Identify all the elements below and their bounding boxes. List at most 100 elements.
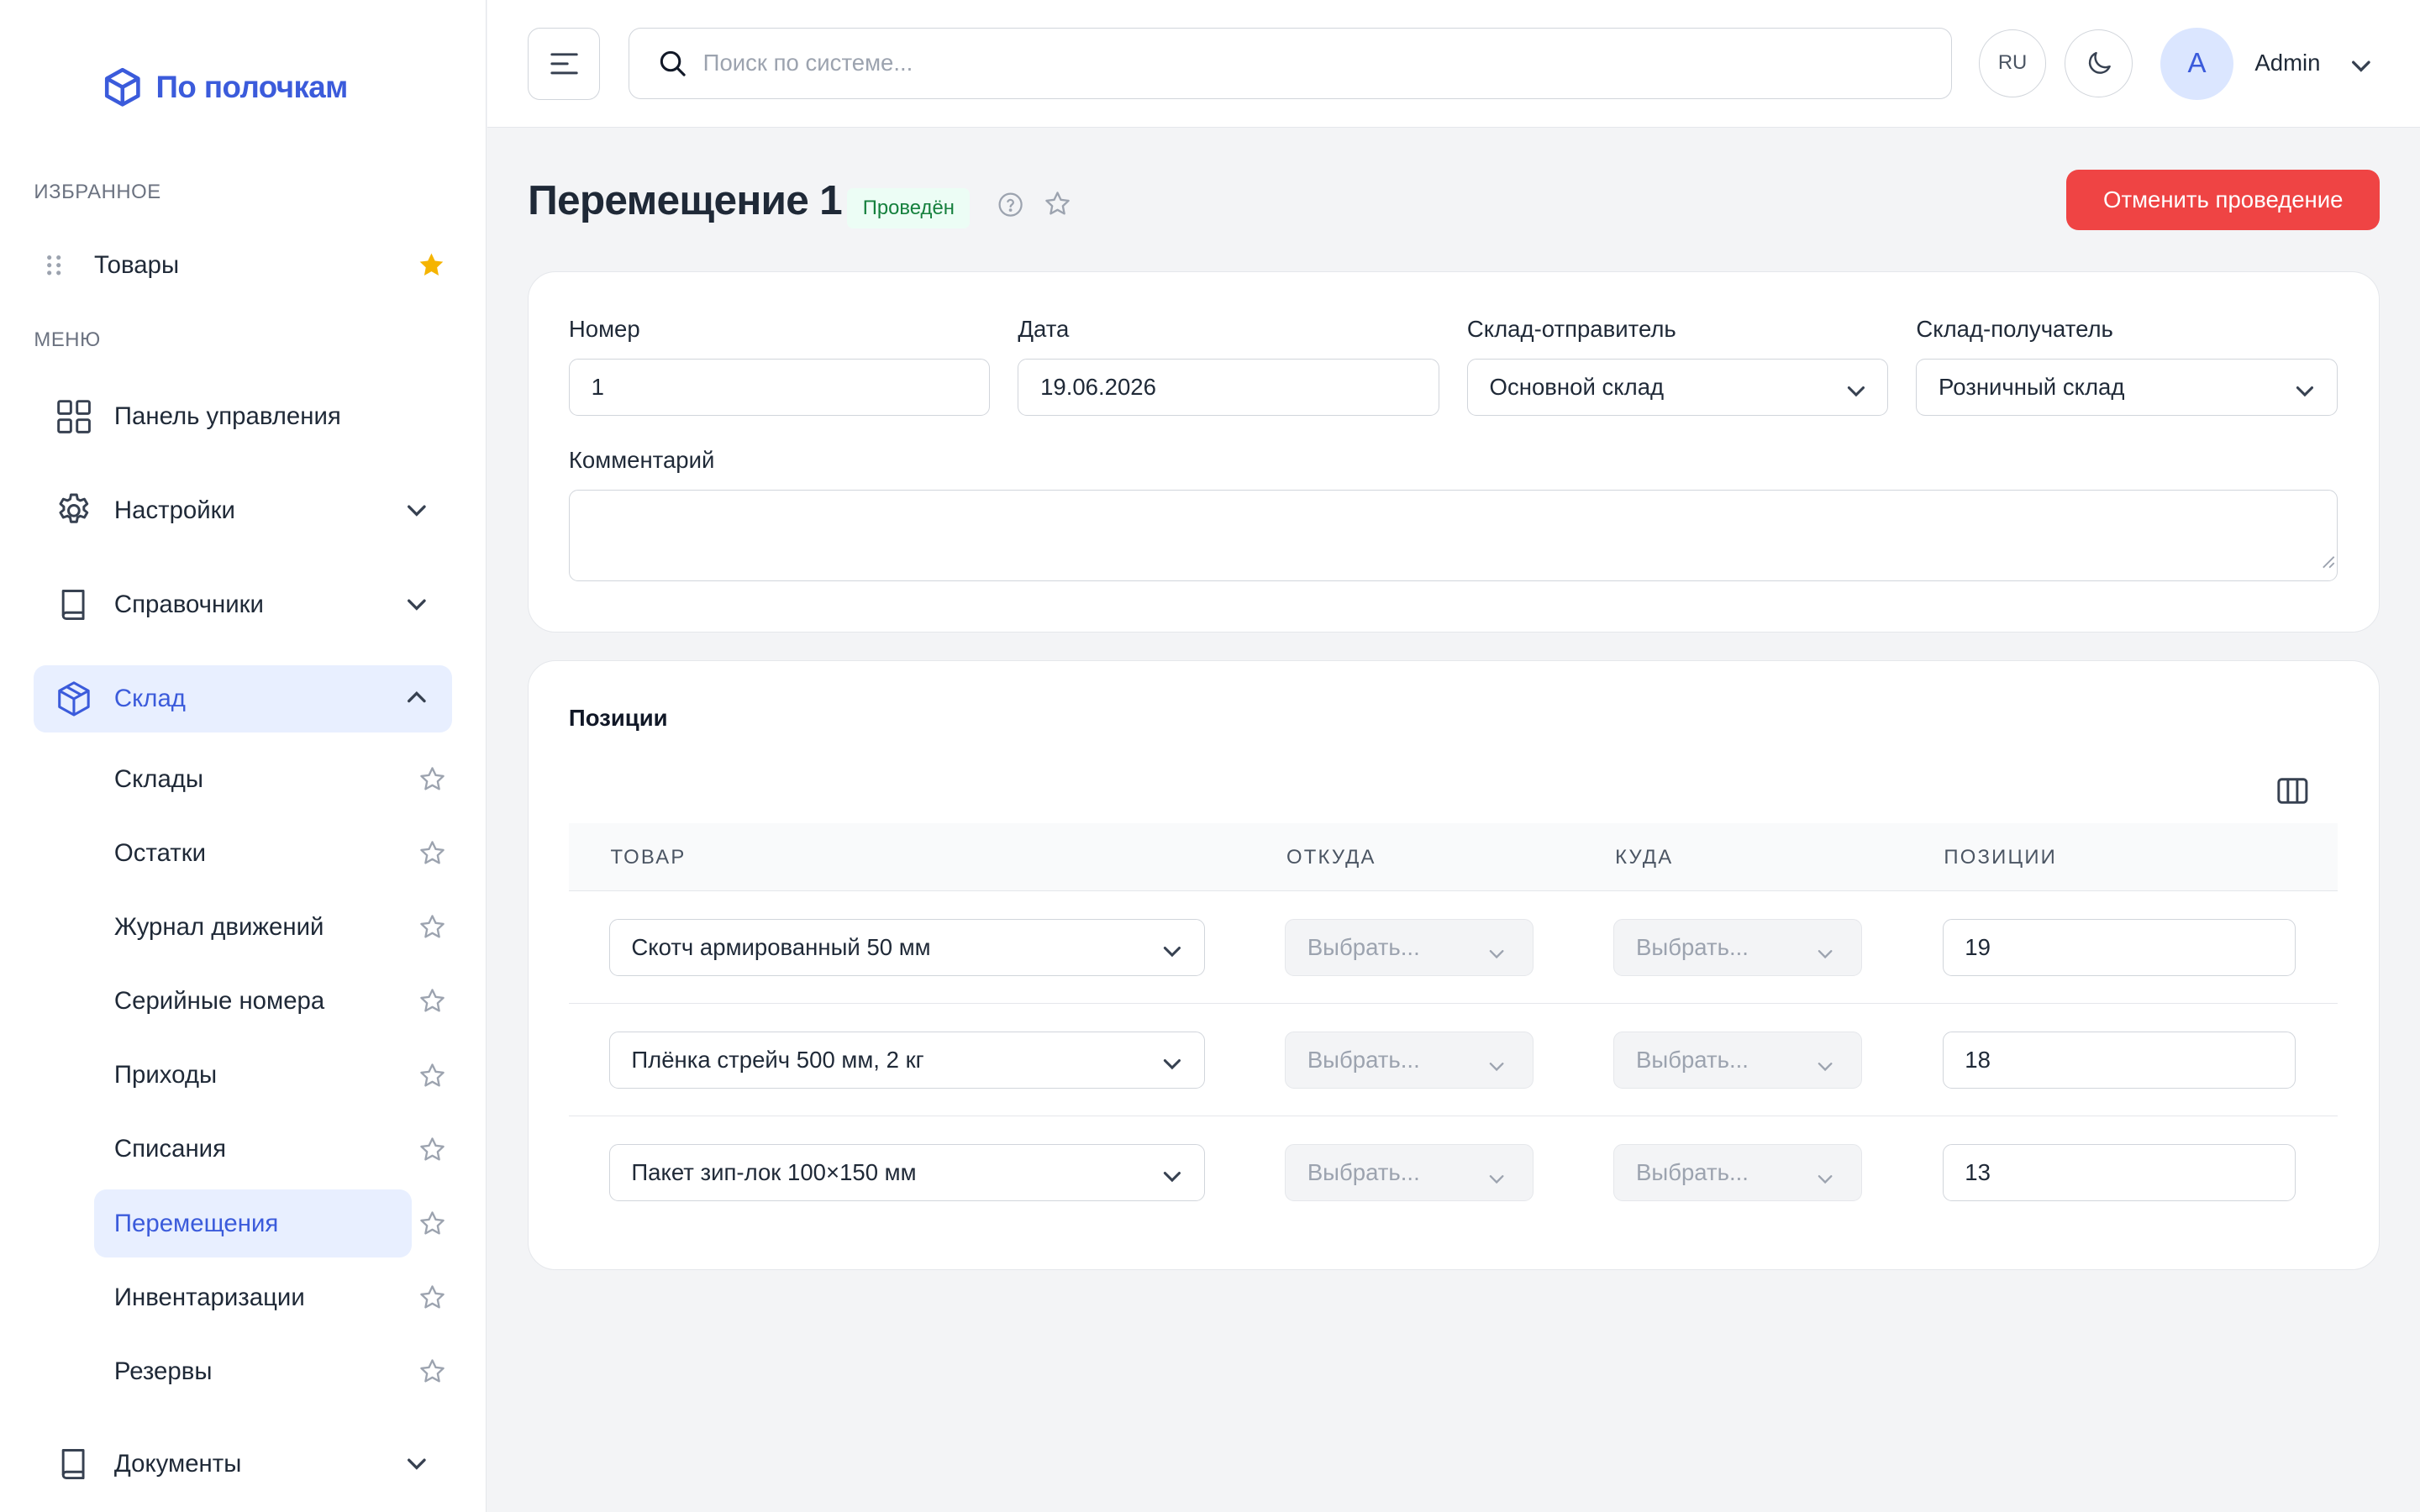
- chevron-down-icon[interactable]: [2350, 54, 2372, 82]
- product-value: Скотч армированный 50 мм: [631, 933, 931, 960]
- sidebar-item-settings[interactable]: Настройки: [34, 477, 452, 545]
- quantity-input[interactable]: 13: [1942, 1143, 2296, 1201]
- from-placeholder: Выбрать...: [1307, 933, 1420, 960]
- logo-text: По полочкам: [155, 69, 348, 104]
- menu-label: МЕНЮ: [34, 328, 101, 352]
- table-header: ТОВАР ОТКУДА КУДА ПОЗИЦИИ: [568, 822, 2338, 891]
- theme-toggle-button[interactable]: [2065, 29, 2133, 97]
- star-filled-icon[interactable]: [417, 250, 446, 286]
- star-outline-icon[interactable]: [418, 913, 446, 948]
- product-select[interactable]: Скотч армированный 50 мм: [608, 918, 1205, 976]
- star-outline-icon[interactable]: [418, 1357, 446, 1392]
- drag-handle-icon[interactable]: [34, 253, 74, 277]
- column-header-quantity[interactable]: ПОЗИЦИИ: [1944, 846, 2057, 869]
- comment-textarea[interactable]: [568, 490, 2338, 581]
- sidebar-subitem-label: Остатки: [113, 838, 206, 867]
- sidebar-subitem-transfers[interactable]: Перемещения: [94, 1189, 452, 1257]
- column-header-product[interactable]: ТОВАР: [610, 846, 686, 869]
- sender-warehouse-select[interactable]: Основной склад: [1466, 359, 1889, 417]
- star-outline-icon[interactable]: [418, 1062, 446, 1096]
- cancel-posting-button[interactable]: Отменить проведение: [2066, 170, 2381, 230]
- sidebar-subitem-receipts[interactable]: Приходы: [94, 1042, 452, 1110]
- sidebar-item-label: Настройки: [113, 496, 235, 524]
- search-input[interactable]: [702, 50, 1907, 77]
- star-outline-icon[interactable]: [418, 839, 446, 874]
- sidebar-subitem-reserves[interactable]: Резервы: [94, 1337, 452, 1405]
- chevron-down-icon: [406, 1452, 428, 1480]
- product-select[interactable]: Плёнка стрейч 500 мм, 2 кг: [608, 1031, 1205, 1089]
- document-form-card: Номер 1 Дата 19.06.2026 Склад-отправител…: [528, 271, 2381, 633]
- sidebar-subitem-serial-numbers[interactable]: Серийные номера: [94, 968, 452, 1036]
- chevron-down-icon: [1817, 1054, 1833, 1081]
- user-name[interactable]: Admin: [2254, 50, 2320, 76]
- sidebar-item-documents[interactable]: Документы: [34, 1431, 452, 1499]
- sender-warehouse-value: Основной склад: [1489, 374, 1665, 401]
- to-select[interactable]: Выбрать...: [1613, 1031, 1863, 1089]
- to-select[interactable]: Выбрать...: [1613, 918, 1863, 976]
- search-box[interactable]: [628, 28, 1953, 99]
- quantity-input[interactable]: 18: [1942, 1031, 2296, 1089]
- sidebar-subitem-movement-log[interactable]: Журнал движений: [94, 893, 452, 961]
- column-header-from[interactable]: ОТКУДА: [1286, 846, 1376, 869]
- gear-icon: [54, 491, 94, 531]
- sidebar-subitem-label: Инвентаризации: [113, 1283, 305, 1311]
- chevron-down-icon: [1488, 942, 1505, 969]
- sidebar-item-references[interactable]: Справочники: [34, 571, 452, 639]
- from-select[interactable]: Выбрать...: [1285, 1031, 1534, 1089]
- chevron-up-icon: [406, 686, 428, 715]
- grid-icon: [54, 396, 94, 437]
- menu-toggle-button[interactable]: [528, 28, 601, 101]
- star-outline-icon[interactable]: [418, 1136, 446, 1170]
- sidebar-subitem-stock[interactable]: Остатки: [94, 819, 452, 887]
- receiver-warehouse-value: Розничный склад: [1939, 374, 2125, 401]
- app-logo[interactable]: По полочкам: [102, 66, 348, 108]
- resize-handle-icon[interactable]: [2322, 548, 2336, 576]
- menu-icon: [550, 53, 578, 75]
- column-header-to[interactable]: КУДА: [1615, 846, 1673, 869]
- date-field[interactable]: 19.06.2026: [1018, 359, 1439, 417]
- from-placeholder: Выбрать...: [1307, 1046, 1420, 1073]
- star-outline-icon[interactable]: [1044, 190, 1071, 224]
- sender-warehouse-label: Склад-отправитель: [1466, 315, 1676, 342]
- avatar[interactable]: A: [2160, 28, 2233, 101]
- sidebar-item-label: Склад: [113, 685, 186, 713]
- positions-title: Позиции: [568, 704, 668, 731]
- status-badge: Проведён: [847, 188, 971, 228]
- chevron-down-icon: [1488, 1054, 1505, 1081]
- comment-label: Комментарий: [568, 446, 715, 473]
- sidebar-item-warehouse[interactable]: Склад: [34, 664, 453, 733]
- product-value: Плёнка стрейч 500 мм, 2 кг: [631, 1046, 924, 1073]
- star-outline-icon[interactable]: [418, 987, 446, 1021]
- chevron-down-icon: [1162, 1165, 1182, 1192]
- sidebar-item-dashboard[interactable]: Панель управления: [34, 383, 452, 451]
- favorite-item-goods[interactable]: Товары: [34, 234, 452, 296]
- language-button[interactable]: RU: [1978, 29, 2047, 97]
- sidebar-subitem-label: Резервы: [113, 1357, 213, 1385]
- product-select[interactable]: Пакет зип-лок 100×150 мм: [608, 1143, 1205, 1201]
- sidebar-subitem-writeoffs[interactable]: Списания: [94, 1116, 452, 1184]
- to-select[interactable]: Выбрать...: [1613, 1143, 1863, 1201]
- sidebar: По полочкам ИЗБРАННОЕ Товары МЕНЮ Панель…: [0, 0, 487, 1512]
- from-select[interactable]: Выбрать...: [1285, 1143, 1534, 1201]
- sidebar-subitem-label: Приходы: [113, 1061, 218, 1089]
- number-field[interactable]: 1: [568, 359, 991, 417]
- quantity-input[interactable]: 19: [1942, 918, 2296, 976]
- cube-logo-icon: [105, 67, 140, 107]
- star-outline-icon[interactable]: [418, 1284, 446, 1318]
- receiver-warehouse-select[interactable]: Розничный склад: [1916, 359, 2338, 417]
- chevron-down-icon: [1162, 940, 1182, 967]
- star-outline-icon[interactable]: [418, 765, 446, 800]
- sidebar-subitem-label: Списания: [113, 1135, 226, 1163]
- columns-icon[interactable]: [2277, 777, 2308, 811]
- page-title: Перемещение 1: [528, 176, 843, 224]
- sidebar-item-label: Документы: [113, 1450, 242, 1478]
- to-placeholder: Выбрать...: [1636, 933, 1749, 960]
- star-outline-icon[interactable]: [418, 1210, 446, 1244]
- sidebar-subitem-label: Журнал движений: [113, 912, 324, 941]
- chevron-down-icon: [1162, 1053, 1182, 1079]
- sidebar-subitem-warehouses[interactable]: Склады: [94, 745, 452, 813]
- help-icon[interactable]: [997, 192, 1023, 224]
- from-select[interactable]: Выбрать...: [1285, 918, 1534, 976]
- sidebar-subitem-inventories[interactable]: Инвентаризации: [94, 1263, 452, 1331]
- box-icon: [54, 679, 94, 719]
